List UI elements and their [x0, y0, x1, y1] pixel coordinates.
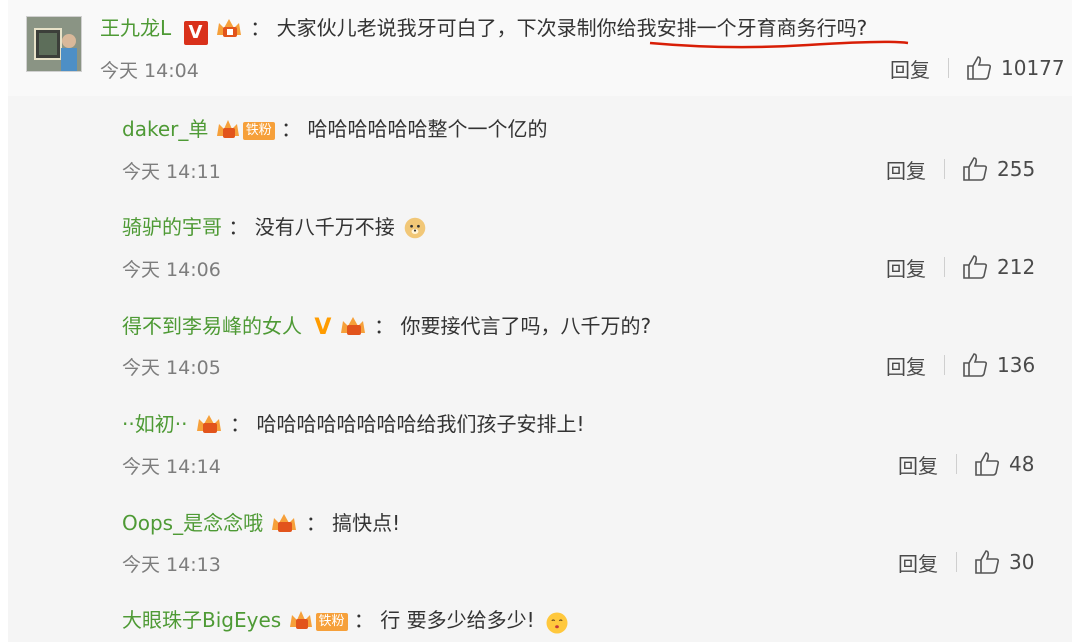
divider: [944, 355, 945, 375]
reply-text: 哈哈哈哈哈哈整个一个亿的: [307, 117, 548, 141]
reply-time: 今天 14:13: [122, 554, 221, 576]
reply-actions: 回复 30: [898, 548, 1034, 576]
kiss-emoji-icon: [546, 612, 568, 634]
doge-emoji-icon: [404, 217, 426, 239]
reply-actions: 回复 212: [886, 253, 1035, 281]
like-thumb-icon[interactable]: [973, 548, 1001, 576]
crown-badge-icon: [196, 415, 221, 433]
username[interactable]: daker_单: [122, 117, 208, 141]
reply-time: 今天 14:06: [122, 259, 221, 281]
reply-actions: 回复 48: [898, 450, 1034, 478]
reply-line: 骑驴的宇哥 ： 没有八千万不接: [122, 214, 429, 240]
reply-text: 行 要多少给多少!: [380, 608, 535, 632]
reply-text: 哈哈哈哈哈哈哈哈给我们孩子安排上!: [256, 412, 585, 436]
crown-badge-icon: [216, 120, 239, 138]
like-thumb-icon[interactable]: [973, 450, 1001, 478]
crown-badge-icon: [289, 611, 312, 629]
reply-line: ··如初·· ： 哈哈哈哈哈哈哈哈给我们孩子安排上!: [122, 411, 585, 437]
fan-badge: 铁粉: [315, 613, 348, 631]
like-count: 48: [1009, 452, 1035, 476]
verified-v-icon: V: [314, 315, 332, 340]
divider: [948, 58, 949, 78]
like-count: 10177: [1001, 56, 1065, 80]
reply-time: 今天 14:11: [122, 161, 221, 183]
reply-text: 你要接代言了吗，八千万的?: [400, 314, 652, 338]
crown-badge-icon: [272, 514, 297, 532]
like-count: 255: [997, 157, 1036, 181]
divider: [944, 257, 945, 277]
username[interactable]: ··如初··: [122, 412, 187, 436]
reply-button[interactable]: 回复: [886, 351, 926, 380]
divider: [956, 454, 957, 474]
username[interactable]: 得不到李易峰的女人: [122, 314, 302, 338]
reply-time: 今天 14:05: [122, 357, 221, 379]
reply-button[interactable]: 回复: [886, 155, 926, 184]
like-count: 136: [997, 353, 1036, 377]
separator: ：: [281, 117, 302, 141]
divider: [956, 552, 957, 572]
reply-line: 得不到李易峰的女人 V ： 你要接代言了吗，八千万的?: [122, 313, 651, 341]
reply-actions: 回复 136: [886, 351, 1035, 379]
reply-actions: 回复 255: [886, 155, 1035, 183]
username[interactable]: 王九龙L: [100, 16, 171, 40]
like-count: 212: [997, 255, 1036, 279]
reply-text: 搞快点!: [332, 511, 401, 535]
reply-button[interactable]: 回复: [886, 253, 926, 282]
reply-line: 大眼珠子BigEyes 铁粉 ： 行 要多少给多少!: [122, 607, 573, 635]
comment-time: 今天 14:04: [100, 60, 199, 82]
fan-badge: 铁粉: [242, 122, 275, 140]
reply-text: 没有八千万不接: [254, 215, 395, 239]
crown-badge-icon: [216, 19, 241, 37]
username[interactable]: 骑驴的宇哥: [122, 215, 222, 239]
like-thumb-icon[interactable]: [965, 54, 993, 82]
like-thumb-icon[interactable]: [961, 253, 989, 281]
like-thumb-icon[interactable]: [961, 155, 989, 183]
reply-button[interactable]: 回复: [890, 54, 930, 83]
reply-line: Oops_是念念哦 ： 搞快点!: [122, 510, 400, 536]
separator: ：: [305, 511, 326, 535]
crown-badge-icon: [340, 317, 365, 335]
reply-time: 今天 14:14: [122, 456, 221, 478]
separator: ：: [353, 608, 374, 632]
highlight-underline: [649, 40, 909, 49]
separator: ：: [374, 314, 395, 338]
reply-button[interactable]: 回复: [898, 548, 938, 577]
comment-actions: 回复 10177: [890, 54, 1065, 82]
username[interactable]: Oops_是念念哦: [122, 511, 263, 535]
comment-text: 大家伙儿老说我牙可白了，下次录制你给我安排一个牙育商务行吗?: [276, 16, 868, 40]
separator: ：: [230, 412, 251, 436]
verified-v-icon: V: [183, 21, 208, 45]
divider: [944, 159, 945, 179]
reply-button[interactable]: 回复: [898, 450, 938, 479]
username[interactable]: 大眼珠子BigEyes: [122, 608, 281, 632]
separator: ：: [250, 16, 271, 40]
like-count: 30: [1009, 550, 1035, 574]
avatar[interactable]: [26, 16, 82, 72]
like-thumb-icon[interactable]: [961, 351, 989, 379]
reply-line: daker_单 铁粉 ： 哈哈哈哈哈哈整个一个亿的: [122, 116, 547, 142]
separator: ：: [228, 215, 249, 239]
